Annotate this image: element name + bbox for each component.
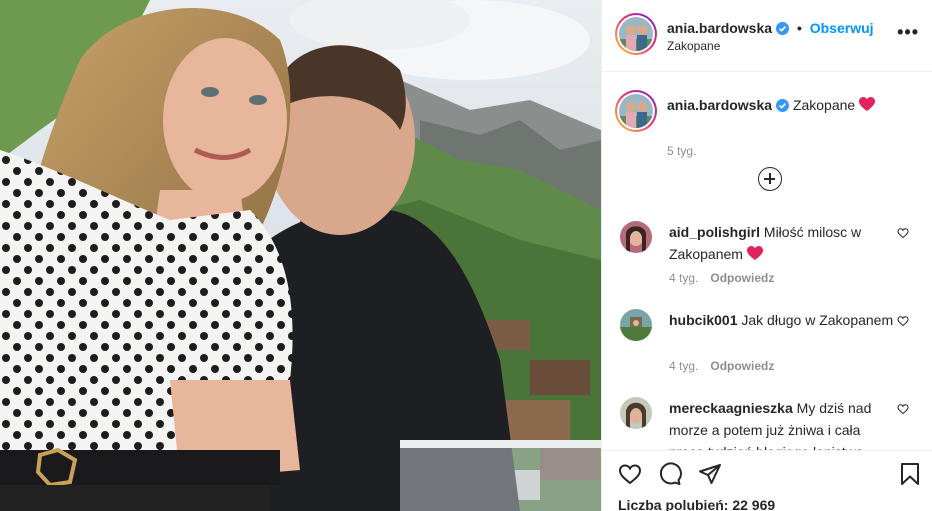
comment-username[interactable]: hubcik001 [669, 312, 737, 328]
avatar-image [620, 221, 652, 253]
comment-meta: 4 tyg. Odpowiedz [669, 271, 774, 285]
comment-avatar[interactable] [620, 309, 652, 341]
comment-text: Jak długo w Zakopanem [741, 312, 894, 328]
header-user: ania.bardowska • Obserwuj [667, 20, 874, 36]
red-heart-emoji-icon [859, 97, 876, 116]
comment-avatar[interactable] [620, 397, 652, 429]
verified-badge-icon [776, 99, 790, 112]
comment-icon[interactable] [658, 462, 682, 486]
caption-avatar[interactable] [615, 90, 657, 132]
avatar-image [619, 17, 653, 51]
post-actions: Liczba polubień: 22 969 [602, 450, 932, 511]
comment-username[interactable]: aid_polishgirl [669, 224, 760, 240]
avatar-image [620, 397, 652, 429]
comment-avatar[interactable] [620, 221, 652, 253]
verified-badge-icon [776, 22, 790, 35]
post-photo[interactable] [0, 0, 601, 511]
heart-icon[interactable] [618, 462, 642, 486]
load-more-comments-button[interactable] [758, 167, 782, 191]
more-options-icon[interactable]: ••• [897, 23, 919, 41]
comment-meta: 4 tyg. Odpowiedz [669, 359, 774, 373]
red-heart-emoji-icon [746, 245, 763, 267]
caption-username[interactable]: ania.bardowska [667, 97, 772, 113]
comment-body: mereckaagnieszka My dziś nad morze a pot… [669, 397, 899, 450]
caption-body: ania.bardowska Zakopane [667, 96, 917, 116]
comment-time[interactable]: 4 tyg. [669, 271, 698, 285]
comment-body: hubcik001 Jak długo w Zakopanem [669, 309, 899, 331]
post-image [0, 0, 601, 511]
share-icon[interactable] [698, 462, 722, 486]
comment-time[interactable]: 4 tyg. [669, 359, 698, 373]
avatar-image [620, 309, 652, 341]
comment-body: aid_polishgirl Miłość milosc w Zakopanem [669, 221, 899, 267]
reply-button[interactable]: Odpowiedz [710, 271, 774, 285]
post-location[interactable]: Zakopane [667, 39, 720, 53]
comment-username[interactable]: mereckaagnieszka [669, 400, 793, 416]
caption-text: Zakopane [792, 97, 856, 113]
post-panel: ania.bardowska • Obserwuj Zakopane ••• a… [601, 0, 932, 511]
likes-number: 22 969 [732, 497, 776, 511]
author-username[interactable]: ania.bardowska [667, 20, 772, 36]
follow-button[interactable]: Obserwuj [810, 20, 874, 36]
reply-button[interactable]: Odpowiedz [710, 359, 774, 373]
comments-section[interactable]: ania.bardowska Zakopane 5 tyg. aid_polis… [602, 73, 932, 450]
comment-like-heart-icon[interactable] [897, 227, 909, 239]
comment-like-heart-icon[interactable] [897, 315, 909, 327]
likes-label: Liczba polubień: [618, 497, 729, 511]
likes-count[interactable]: Liczba polubień: 22 969 [618, 497, 775, 511]
caption-time[interactable]: 5 tyg. [667, 144, 696, 158]
separator-dot: • [796, 20, 802, 36]
comment-like-heart-icon[interactable] [897, 403, 909, 415]
bookmark-icon[interactable] [898, 462, 922, 486]
author-avatar[interactable] [615, 13, 657, 55]
avatar-image [619, 94, 653, 128]
post-header: ania.bardowska • Obserwuj Zakopane ••• [602, 0, 932, 72]
